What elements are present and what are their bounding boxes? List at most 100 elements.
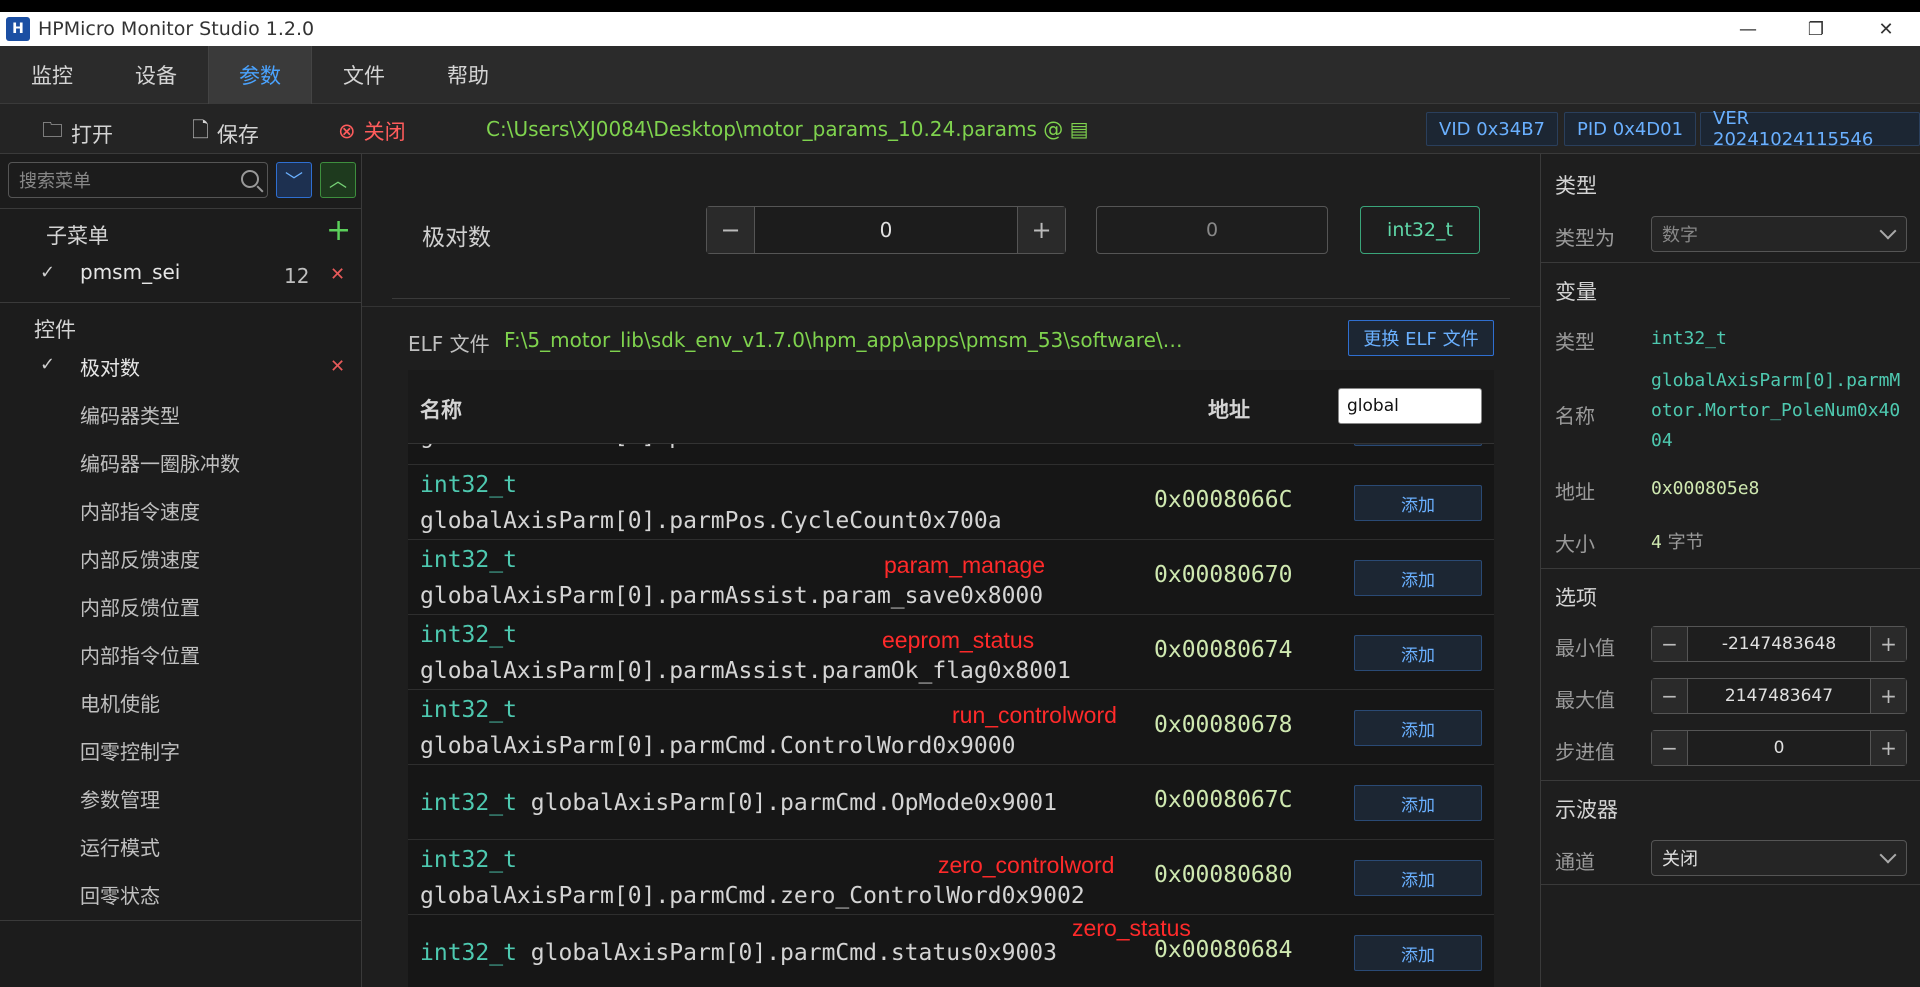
channel-select[interactable]: 关闭 — [1651, 840, 1907, 876]
control-item[interactable]: 运行模式 — [80, 832, 160, 861]
chevron-down-icon — [1879, 222, 1897, 240]
control-item[interactable]: 极对数 — [80, 352, 140, 381]
options-section-header: 选项 — [1555, 586, 1597, 610]
add-button[interactable]: 添加 — [1354, 560, 1482, 596]
document-icon: 🗋 — [192, 118, 209, 142]
annotation-note: run_controlword — [952, 702, 1117, 728]
table-header: 名称 地址 global — [408, 370, 1494, 444]
add-button[interactable]: 添加 — [1354, 485, 1482, 521]
divider — [1541, 884, 1920, 885]
menu-params[interactable]: 参数 — [208, 46, 312, 104]
type-button[interactable]: int32_t — [1360, 206, 1480, 254]
control-item[interactable]: 编码器类型 — [80, 400, 180, 429]
minimize-button[interactable]: — — [1714, 12, 1782, 46]
remove-submenu-icon[interactable]: ✕ — [330, 264, 345, 285]
symbol-filter-input[interactable]: global — [1338, 388, 1482, 424]
decrement-button[interactable]: − — [1652, 731, 1688, 765]
close-file-button[interactable]: ⊗ 关闭 — [338, 116, 406, 146]
ver-badge: VER 20241024115546 — [1700, 108, 1920, 150]
param-value-stepper[interactable]: − 0 + — [706, 206, 1066, 254]
expand-all-button[interactable]: ︿ — [320, 162, 356, 198]
add-button[interactable]: 添加 — [1354, 785, 1482, 821]
variable-section-header: 变量 — [1555, 280, 1597, 304]
min-value[interactable]: -2147483648 — [1688, 627, 1870, 661]
pid-badge: PID 0x4D01 — [1564, 112, 1697, 146]
folder-icon: 🗀 — [42, 118, 63, 142]
save-button[interactable]: 🗋 保存 — [192, 116, 259, 151]
chevron-down-icon: ﹀ — [285, 171, 303, 192]
type-as-select[interactable]: 数字 — [1651, 216, 1907, 252]
open-button[interactable]: 🗀 打开 — [42, 116, 113, 151]
param-value[interactable]: 0 — [755, 207, 1017, 253]
search-icon — [241, 170, 259, 188]
decrement-button[interactable]: − — [1652, 679, 1688, 713]
app-logo-icon: H — [6, 17, 30, 41]
menu-file[interactable]: 文件 — [312, 46, 416, 104]
increment-button[interactable]: + — [1870, 679, 1906, 713]
decrement-button[interactable]: − — [1652, 627, 1688, 661]
add-button[interactable]: 添加 — [1354, 860, 1482, 896]
property-panel: 类型 类型为 数字 变量 类型 int32_t 名称 globalAxisPar… — [1540, 154, 1920, 987]
top-strip — [0, 0, 1920, 12]
restore-button[interactable]: ❐ — [1782, 12, 1850, 46]
control-item[interactable]: 回零控制字 — [80, 736, 180, 765]
table-row: int32_t globalAxisParm[0].parmCmd.OpMode… — [408, 765, 1494, 840]
window-title: HPMicro Monitor Studio 1.2.0 — [38, 18, 315, 40]
control-item[interactable]: 参数管理 — [80, 784, 160, 813]
increment-button[interactable]: + — [1017, 207, 1065, 253]
control-item[interactable]: 内部指令位置 — [80, 640, 200, 669]
file-list-icon[interactable]: ▤ — [1070, 117, 1089, 141]
check-icon: ✓ — [40, 262, 56, 283]
toolbar: 🗀 打开 🗋 保存 ⊗ 关闭 C:\Users\XJ0084\Desktop\m… — [0, 104, 1920, 154]
add-button[interactable]: 添加 — [1354, 935, 1482, 971]
remove-control-icon[interactable]: ✕ — [330, 356, 345, 377]
control-item[interactable]: 电机使能 — [80, 688, 160, 717]
var-type-value: int32_t — [1651, 328, 1727, 349]
decrement-button[interactable]: − — [707, 207, 755, 253]
control-item[interactable]: 编码器一圈脉冲数 — [80, 448, 240, 477]
var-name-label: 名称 — [1555, 404, 1595, 428]
table-row: int32_t globalAxisParm[0].parmCmd.Control… — [408, 690, 1494, 765]
divider — [0, 208, 362, 209]
param-label: 极对数 — [422, 225, 491, 251]
var-size-value: 4 字节 — [1651, 532, 1704, 553]
max-value[interactable]: 2147483647 — [1688, 679, 1870, 713]
control-item[interactable]: 内部指令速度 — [80, 496, 200, 525]
menu-bar: 监控 设备 参数 文件 帮助 — [0, 46, 1920, 104]
table-row: int32_t globalAxisParm[0].parmCmd.zero_Co… — [408, 840, 1494, 915]
scope-section-header: 示波器 — [1555, 798, 1618, 822]
submenu-item-pmsm-sei[interactable]: pmsm_sei — [80, 260, 180, 284]
step-value[interactable]: 0 — [1688, 731, 1870, 765]
var-address-value: 0x000805e8 — [1651, 478, 1760, 499]
submenu-count: 12 — [284, 264, 310, 288]
open-label: 打开 — [71, 122, 113, 147]
max-value-stepper[interactable]: − 2147483647 + — [1651, 678, 1907, 714]
close-window-button[interactable]: ✕ — [1852, 12, 1920, 46]
var-address-label: 地址 — [1555, 480, 1595, 504]
control-item[interactable]: 内部反馈速度 — [80, 544, 200, 573]
add-submenu-icon[interactable]: + — [326, 216, 351, 246]
menu-device[interactable]: 设备 — [104, 46, 208, 104]
row-address: 0x00080670 — [1154, 562, 1293, 588]
add-button[interactable]: 添加 — [1354, 710, 1482, 746]
step-value-stepper[interactable]: − 0 + — [1651, 730, 1907, 766]
change-elf-button[interactable]: 更换 ELF 文件 — [1348, 320, 1494, 356]
increment-button[interactable]: + — [1870, 731, 1906, 765]
control-item[interactable]: 内部反馈位置 — [80, 592, 200, 621]
submenu-header: 子菜单 — [46, 224, 109, 248]
table-row: int32_t globalAxisParm[0].parmCmd.status… — [408, 915, 1494, 987]
menu-help[interactable]: 帮助 — [416, 46, 520, 104]
close-circle-icon: ⊗ — [338, 119, 356, 143]
menu-search-input[interactable]: 搜索菜单 — [8, 162, 268, 198]
collapse-all-button[interactable]: ﹀ — [276, 162, 312, 198]
channel-label: 通道 — [1555, 850, 1595, 874]
table-row: int32_t globalAxisParm[0].parmPos.CycleCo… — [408, 465, 1494, 540]
symbol-table: globalAxisParm[0].parmPos.DwellTime0x700… — [408, 370, 1494, 987]
add-button[interactable]: 添加 — [1354, 635, 1482, 671]
increment-button[interactable]: + — [1870, 627, 1906, 661]
control-item[interactable]: 回零状态 — [80, 880, 160, 909]
min-value-stepper[interactable]: − -2147483648 + — [1651, 626, 1907, 662]
menu-monitor[interactable]: 监控 — [0, 46, 104, 104]
row-address: 0x00080674 — [1154, 637, 1293, 663]
divider — [392, 298, 1510, 299]
